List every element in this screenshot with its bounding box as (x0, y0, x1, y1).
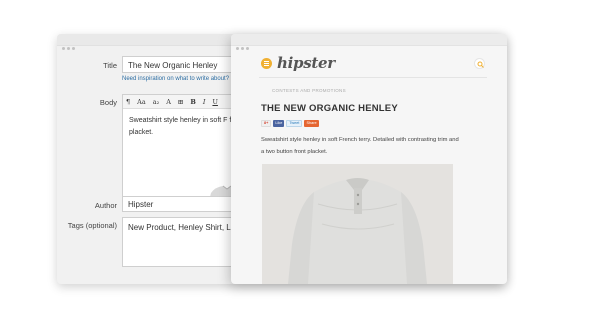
search-icon[interactable] (474, 58, 485, 69)
facebook-like-button[interactable]: Like (273, 120, 285, 127)
share-button[interactable]: Share (304, 120, 319, 127)
header-divider (259, 77, 487, 78)
body-label: Body (99, 98, 117, 107)
paragraph-button[interactable]: ¶ (126, 98, 130, 106)
hamburger-icon[interactable] (261, 58, 272, 69)
image-button[interactable]: ⊞ (178, 98, 183, 106)
font-button[interactable]: A (166, 98, 171, 106)
underline-button[interactable]: U (212, 98, 217, 106)
preview-titlebar (231, 34, 507, 50)
author-label: Author (94, 201, 117, 210)
window-dots (62, 37, 77, 55)
product-photo (262, 164, 453, 284)
post-body-line: Sweatshirt style henley in soft French t… (261, 137, 459, 143)
title-label: Title (103, 61, 117, 70)
post-body: Sweatshirt style henley in soft French t… (261, 134, 461, 158)
post-category[interactable]: CONTESTS AND PROMOTIONS (272, 88, 346, 93)
font-size-button[interactable]: Aa (137, 98, 146, 106)
post-title: THE NEW ORGANIC HENLEY (261, 103, 398, 114)
tweet-button[interactable]: Tweet (286, 120, 303, 127)
subscript-button[interactable]: a₂ (153, 98, 159, 106)
italic-button[interactable]: I (203, 98, 206, 106)
site-logo[interactable]: hipster (277, 54, 335, 72)
henley-sweater-image (262, 164, 453, 284)
bold-button[interactable]: B (190, 98, 196, 106)
post-body-line: a two button front placket. (261, 149, 328, 155)
window-dots (236, 37, 251, 55)
share-buttons: 8+ Like Tweet Share (261, 120, 321, 127)
gplus-button[interactable]: 8+ (261, 120, 272, 127)
inspiration-link[interactable]: Need inspiration on what to write about?… (122, 76, 235, 82)
preview-window: hipster CONTESTS AND PROMOTIONS THE NEW … (231, 34, 507, 284)
tags-label: Tags (optional) (67, 221, 117, 230)
